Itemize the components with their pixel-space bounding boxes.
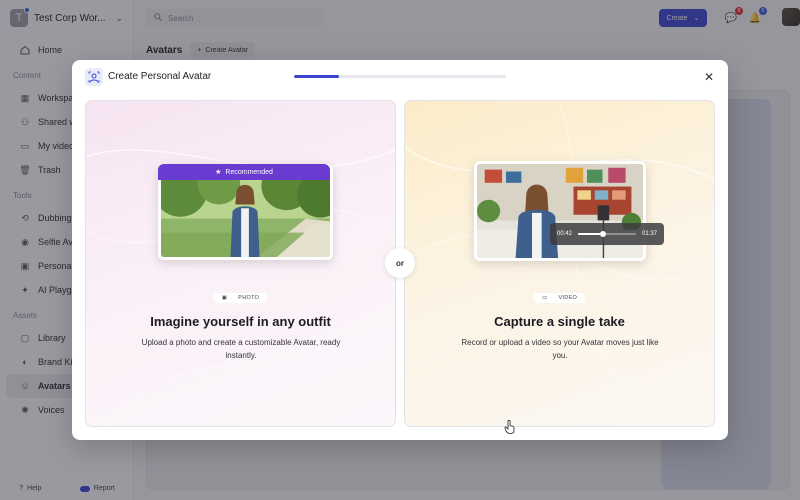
avatar-scan-icon: [85, 68, 103, 86]
step-progress-fill: [294, 75, 339, 78]
image-icon: ▣: [217, 294, 232, 302]
photo-kind-label: PHOTO: [234, 294, 264, 302]
hand-cursor-icon: [504, 420, 515, 434]
video-option-card[interactable]: 00:42 01:37 ▭ VIDEO Capture a single take…: [404, 100, 715, 427]
step-progress-bar: [294, 75, 506, 78]
recommended-label: Recommended: [225, 168, 273, 176]
close-icon: ✕: [703, 70, 715, 84]
video-camera-icon: ▭: [537, 294, 552, 302]
or-divider: or: [385, 248, 415, 278]
scrubber-handle[interactable]: [599, 231, 606, 237]
background-swirl: [405, 101, 714, 426]
modal-title: Create Personal Avatar: [108, 71, 212, 82]
photo-kind-tag: ▣ PHOTO: [86, 293, 395, 303]
current-time: 00:42: [557, 231, 573, 237]
total-time: 01:37: [641, 231, 657, 237]
photo-option-title: Imagine yourself in any outfit: [150, 314, 331, 329]
star-icon: ★: [215, 169, 222, 176]
video-kind-label: VIDEO: [554, 294, 582, 302]
recommended-badge: ★ Recommended: [158, 164, 330, 180]
photo-option-card[interactable]: ★ Recommended ▣ PHOTO Imagine yourself in …: [85, 100, 396, 427]
video-option-title: Capture a single take: [494, 314, 625, 329]
video-option-description: Record or upload a video so your Avatar …: [461, 338, 659, 360]
photo-option-description: Upload a photo and create a customizable…: [141, 338, 341, 360]
video-kind-tag: ▭ VIDEO: [405, 293, 714, 303]
background-swirl: [86, 149, 395, 426]
create-avatar-modal: Create Personal Avatar ✕ ★ Recommended ▣…: [72, 60, 728, 440]
video-example-thumbnail: [474, 161, 646, 261]
video-player-controls[interactable]: 00:42 01:37: [550, 223, 664, 245]
playback-scrubber[interactable]: [578, 231, 636, 237]
close-button[interactable]: ✕: [702, 70, 716, 84]
